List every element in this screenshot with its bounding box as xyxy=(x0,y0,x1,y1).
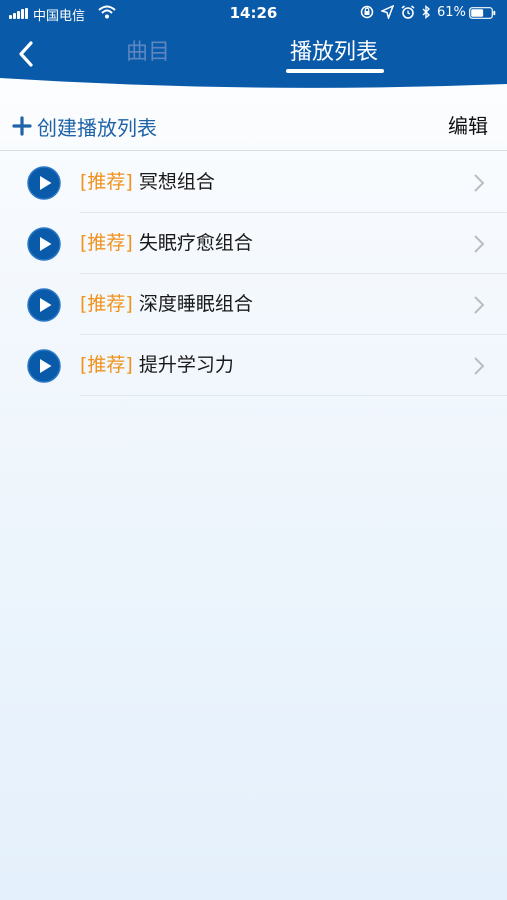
toolbar-divider xyxy=(0,150,507,151)
tab-playlists[interactable]: 播放列表 xyxy=(278,36,390,70)
alarm-icon xyxy=(401,5,415,19)
playlist-name: 提升学习力 xyxy=(138,354,234,376)
play-icon[interactable] xyxy=(27,166,61,200)
playlist-name: 失眠疗愈组合 xyxy=(138,232,253,254)
playlist-title: [推荐] 提升学习力 xyxy=(80,351,234,379)
play-icon[interactable] xyxy=(27,288,61,322)
playlist-title: [推荐] 深度睡眠组合 xyxy=(80,290,253,318)
play-icon[interactable] xyxy=(27,349,61,383)
playlist-row-2[interactable]: [推荐] 失眠疗愈组合 xyxy=(0,213,507,274)
playlist-title: [推荐] 失眠疗愈组合 xyxy=(80,229,253,257)
recommended-tag: [推荐] xyxy=(80,293,133,315)
chevron-right-icon xyxy=(474,357,485,375)
bluetooth-icon xyxy=(422,5,431,19)
row-divider xyxy=(80,395,507,396)
playlist-name: 冥想组合 xyxy=(138,171,215,193)
playlist-row-4[interactable]: [推荐] 提升学习力 xyxy=(0,335,507,396)
edit-button[interactable]: 编辑 xyxy=(448,110,488,142)
playlist-title: [推荐] 冥想组合 xyxy=(80,168,215,196)
back-chevron-icon xyxy=(19,41,33,67)
playlist-toolbar: 创建播放列表 编辑 xyxy=(0,104,507,150)
playlist-list: [推荐] 冥想组合 [推荐] 失眠疗愈组合 [推荐] 深度睡眠组合 [推荐] 提… xyxy=(0,152,507,396)
recommended-tag: [推荐] xyxy=(80,171,133,193)
back-button[interactable] xyxy=(8,36,44,72)
status-bar: 中国电信 14:26 61% xyxy=(0,0,507,26)
battery-percent: 61% xyxy=(437,5,466,20)
rotation-lock-icon xyxy=(360,5,374,19)
location-icon xyxy=(381,5,394,19)
chevron-right-icon xyxy=(474,235,485,253)
playlist-name: 深度睡眠组合 xyxy=(138,293,253,315)
app-header: 中国电信 14:26 61% 曲目 播放列表 xyxy=(0,0,507,92)
create-playlist-label: 创建播放列表 xyxy=(37,115,157,140)
chevron-right-icon xyxy=(474,296,485,314)
playlist-row-3[interactable]: [推荐] 深度睡眠组合 xyxy=(0,274,507,335)
recommended-tag: [推荐] xyxy=(80,354,133,376)
recommended-tag: [推荐] xyxy=(80,232,133,254)
battery-icon xyxy=(469,7,496,19)
chevron-right-icon xyxy=(474,174,485,192)
play-icon[interactable] xyxy=(27,227,61,261)
create-playlist-button[interactable]: 创建播放列表 xyxy=(12,110,157,142)
active-tab-indicator xyxy=(286,69,384,73)
tab-songs[interactable]: 曲目 xyxy=(110,36,186,70)
plus-icon xyxy=(12,116,32,136)
playlist-row-1[interactable]: [推荐] 冥想组合 xyxy=(0,152,507,213)
